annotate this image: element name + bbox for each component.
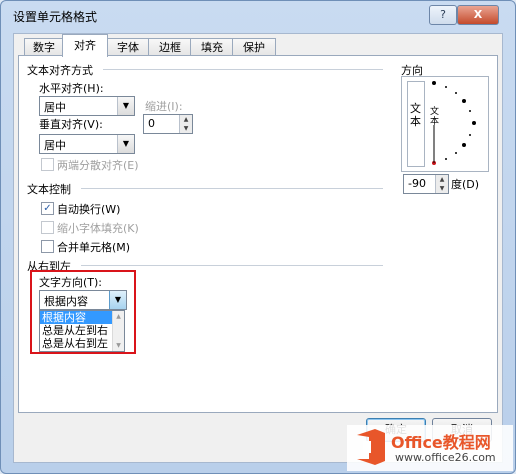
degrees-value: -90 [408, 177, 426, 190]
dialog-body: 数字 对齐 字体 边框 填充 保护 文本对齐方式 水平对齐(H): 居中 ▼ 缩… [13, 33, 503, 463]
divider [103, 69, 383, 70]
title-bar: 设置单元格格式 ? X [1, 1, 515, 29]
tab-protection[interactable]: 保护 [232, 38, 276, 56]
degrees-label: 度(D) [451, 178, 480, 191]
tab-fill[interactable]: 填充 [190, 38, 234, 56]
spinner-arrows-icon[interactable]: ▲ ▼ [179, 115, 192, 133]
tab-font[interactable]: 字体 [106, 38, 150, 56]
vertical-text-button[interactable]: 文本 [407, 81, 425, 167]
tab-number[interactable]: 数字 [24, 38, 64, 56]
vertical-align-value: 居中 [44, 139, 66, 152]
close-button[interactable]: X [457, 5, 499, 25]
highlight-box [30, 270, 136, 354]
watermark-brand: Office教程网 [391, 433, 491, 452]
chevron-down-icon[interactable]: ▼ [117, 135, 134, 153]
horizontal-align-label: 水平对齐(H): [39, 82, 104, 95]
watermark-url: www.office26.com [395, 451, 496, 464]
tab-border[interactable]: 边框 [148, 38, 192, 56]
text-control-section-title: 文本控制 [27, 183, 71, 196]
shrink-to-fit-label: 缩小字体填充(K) [57, 222, 139, 235]
help-button[interactable]: ? [429, 5, 457, 25]
merge-cells-label: 合并单元格(M) [57, 241, 131, 254]
chevron-down-icon[interactable]: ▼ [117, 97, 134, 115]
indent-spinner[interactable]: 0 ▲ ▼ [143, 114, 193, 134]
spinner-arrows-icon[interactable]: ▲ ▼ [435, 175, 448, 193]
horizontal-align-select[interactable]: 居中 ▼ [39, 96, 135, 116]
vertical-align-select[interactable]: 居中 ▼ [39, 134, 135, 154]
wrap-text-label: 自动换行(W) [57, 203, 121, 216]
shrink-to-fit-checkbox[interactable] [41, 221, 54, 234]
divider [81, 188, 383, 189]
divider [81, 265, 383, 266]
alignment-panel: 文本对齐方式 水平对齐(H): 居中 ▼ 缩进(I): 垂直对齐(V): 0 ▲… [18, 55, 498, 413]
orientation-box: 文本 文本 [401, 76, 489, 172]
watermark: Office教程网 www.office26.com [347, 425, 513, 471]
degrees-spinner[interactable]: -90 ▲ ▼ [403, 174, 449, 194]
vertical-text-label: 文本 [410, 102, 421, 128]
office-logo-icon [357, 429, 385, 465]
vertical-align-label: 垂直对齐(V): [39, 118, 103, 131]
dialog-title: 设置单元格格式 [13, 10, 98, 24]
indent-value: 0 [148, 117, 155, 130]
distributed-checkbox[interactable] [41, 158, 54, 171]
merge-cells-checkbox[interactable] [41, 240, 54, 253]
dial-text: 文本 [430, 107, 440, 127]
wrap-text-checkbox[interactable]: ✓ [41, 202, 54, 215]
horizontal-align-value: 居中 [44, 101, 66, 114]
distributed-label: 两端分散对齐(E) [57, 159, 139, 172]
tab-alignment[interactable]: 对齐 [62, 34, 108, 57]
text-alignment-section-title: 文本对齐方式 [27, 64, 93, 77]
dialog-window: 设置单元格格式 ? X 数字 对齐 字体 边框 填充 保护 文本对齐方式 水平对… [0, 0, 516, 474]
indent-label: 缩进(I): [145, 100, 183, 113]
